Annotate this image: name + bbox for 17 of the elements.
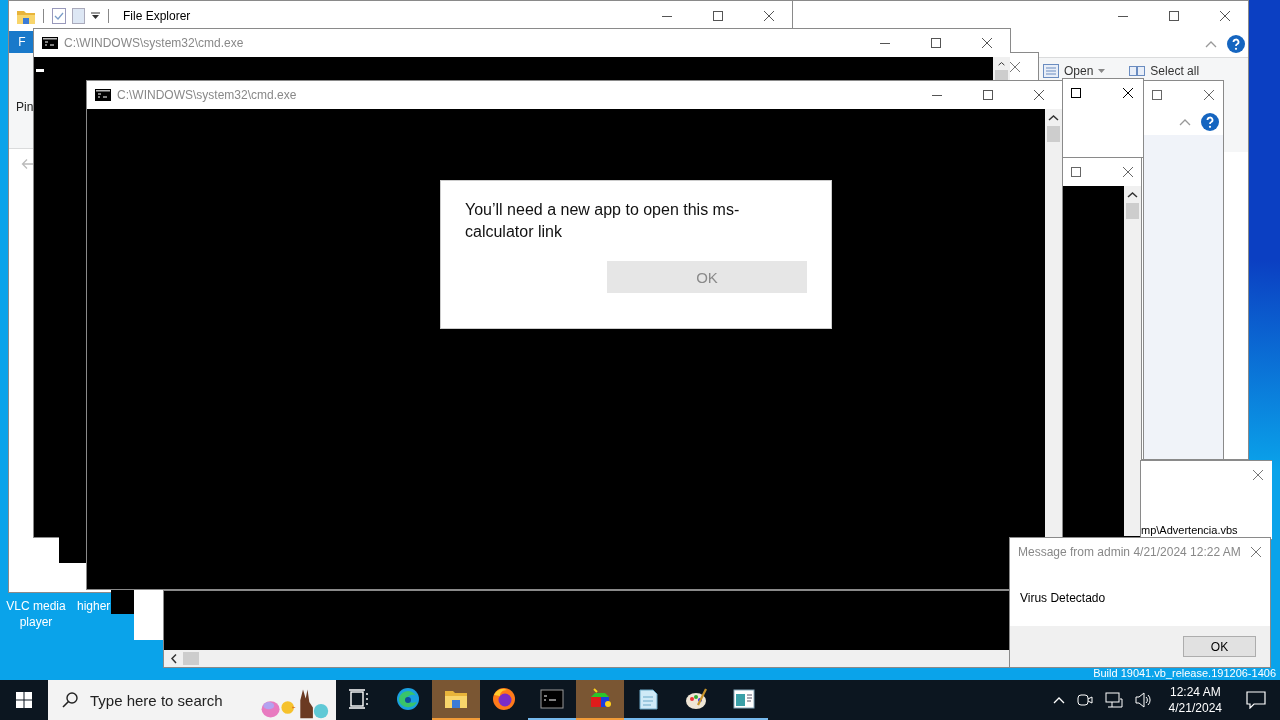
window-title: C:\WINDOWS\system32\cmd.exe (117, 88, 297, 102)
clock-time[interactable]: 12:24 AM (1169, 684, 1221, 700)
search-bar[interactable]: Type here to search (48, 680, 336, 720)
clock-date[interactable]: 4/21/2024 (1168, 700, 1222, 716)
window-title: Message from admin 4/21/2024 12:22 AM (1018, 545, 1241, 559)
window-title: C:\WINDOWS\system32\cmd.exe (64, 36, 244, 50)
file-path: mp\Advertencia.vbs (1141, 524, 1239, 538)
ribbon-label: Pin (16, 100, 34, 114)
ribbon-tab[interactable]: F (9, 31, 35, 53)
dialog-message: You’ll need a new app to open this ms-calculator link (465, 200, 741, 242)
build-watermark: Build 19041.vb_release.191206-1406 (1093, 667, 1276, 680)
ribbon-button[interactable]: Open (1043, 64, 1106, 78)
ribbon-button[interactable]: Select all (1129, 64, 1200, 78)
ok-button[interactable]: OK (1183, 636, 1256, 657)
message-text: Virus Detectado (1019, 590, 1107, 607)
window-title: File Explorer (123, 9, 191, 23)
search-field[interactable]: Type here to search (88, 690, 258, 710)
